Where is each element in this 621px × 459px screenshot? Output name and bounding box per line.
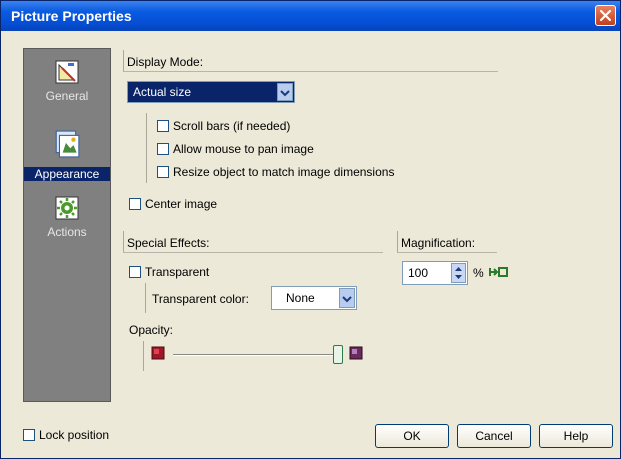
sidebar-item-label: Appearance [24,167,110,181]
checkbox-box[interactable] [129,198,141,210]
sidebar-item-label: General [45,89,89,103]
checkbox-box[interactable] [157,143,169,155]
chevron-down-icon [342,296,352,303]
magnification-label: Magnification: [401,236,476,250]
checkbox-label: Allow mouse to pan image [173,142,314,156]
transparent-color-select[interactable]: None [271,286,357,310]
display-mode-dropdown-arrow[interactable] [277,83,293,101]
resize-object-checkbox[interactable]: Resize object to match image dimensions [157,165,394,179]
checkbox-box[interactable] [129,266,141,278]
special-effects-label: Special Effects: [127,236,210,250]
spinner-up-down-icon [455,267,462,279]
transparent-color-label: Transparent color: [152,292,249,306]
transparent-indent-rule [145,283,146,313]
magnification-value: 100 [408,266,429,280]
checkbox-box[interactable] [157,120,169,132]
general-icon [55,60,79,84]
checkbox-label: Resize object to match image dimensions [173,165,395,179]
sidebar-item-label: Actions [47,225,87,239]
lock-position-checkbox[interactable]: Lock position [23,428,109,442]
close-icon [599,9,612,22]
checkbox-box[interactable] [157,166,169,178]
zoom-tool-icon[interactable] [489,265,509,279]
display-mode-label: Display Mode: [127,55,204,69]
scroll-bars-checkbox[interactable]: Scroll bars (if needed) [157,119,290,133]
opacity-slider-track-highlight [173,355,339,356]
magnification-unit: % [473,266,484,280]
actions-icon [55,196,79,220]
sidebar-item-general[interactable]: General [24,59,110,103]
checkbox-box[interactable] [23,429,35,441]
section-left-rule [123,231,124,252]
checkbox-label: Scroll bars (if needed) [173,119,291,133]
checkbox-label: Center image [145,197,218,211]
opacity-max-icon [349,346,363,360]
display-mode-select[interactable]: Actual size [127,81,295,103]
center-image-checkbox[interactable]: Center image [129,197,217,211]
section-left-rule [123,50,124,71]
display-mode-divider [123,71,498,72]
magnification-spinner[interactable]: 100 [402,261,468,285]
help-button[interactable]: Help [539,424,613,448]
cancel-button[interactable]: Cancel [457,424,531,448]
magnification-divider [397,252,497,253]
checkbox-label: Transparent [145,265,210,279]
opacity-slider-thumb[interactable] [333,345,343,364]
window-title: Picture Properties [11,8,132,24]
display-mode-value: Actual size [133,85,192,99]
section-left-rule [397,231,398,252]
title-bar[interactable]: Picture Properties [1,1,620,31]
sidebar-item-appearance[interactable]: Appearance [24,125,110,181]
close-button[interactable] [595,5,616,26]
chevron-down-icon [280,90,290,97]
special-effects-divider [123,252,383,253]
spinner-arrows[interactable] [451,263,466,283]
picture-properties-dialog: Picture Properties General Appearance Ac… [0,0,621,459]
appearance-icon [55,130,80,158]
category-sidebar: General Appearance Actions [23,48,111,402]
transparent-color-value: None [286,291,315,305]
allow-pan-checkbox[interactable]: Allow mouse to pan image [157,142,314,156]
ok-button[interactable]: OK [375,424,449,448]
checkbox-label: Lock position [39,428,110,442]
opacity-indent-rule [143,341,144,371]
options-indent-rule [146,113,147,183]
opacity-label: Opacity: [129,323,174,337]
opacity-min-icon [151,346,165,360]
transparent-checkbox[interactable]: Transparent [129,265,209,279]
sidebar-item-actions[interactable]: Actions [24,195,110,239]
transparent-color-dropdown-arrow[interactable] [339,288,355,308]
